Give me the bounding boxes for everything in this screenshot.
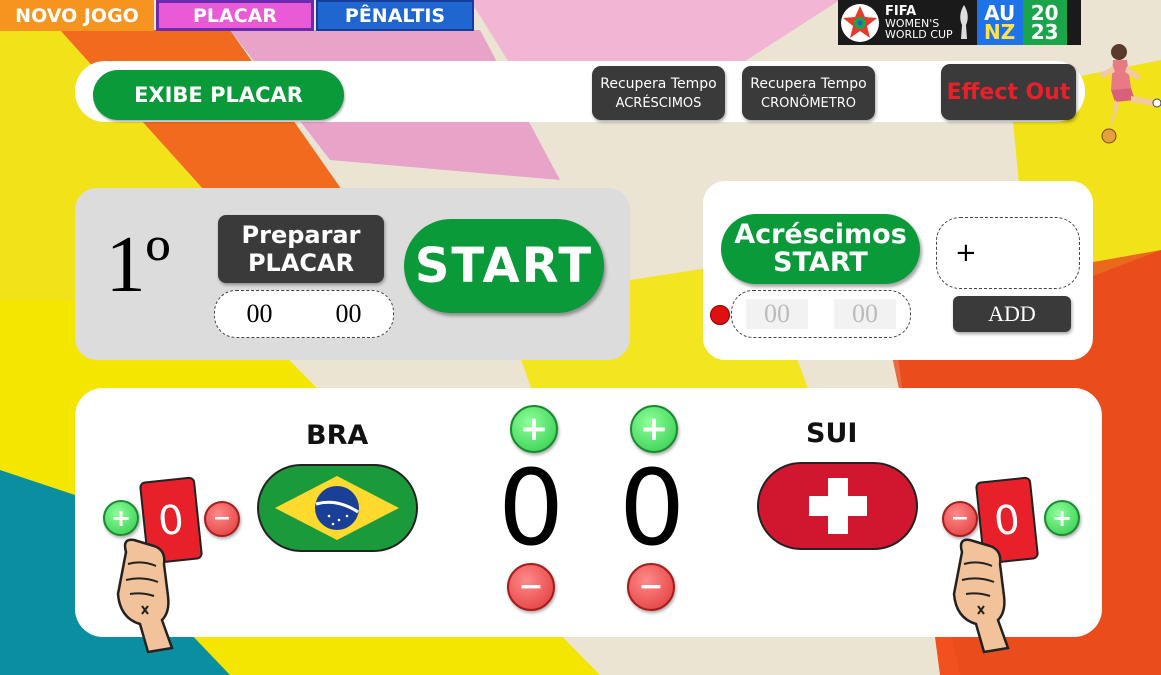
home-red-card-minus-button[interactable]: − [204, 501, 240, 537]
away-score-minus-button[interactable]: − [627, 563, 675, 611]
extra-time-clock[interactable]: 00 00 [731, 290, 911, 338]
recupera-acrescimos-button[interactable]: Recupera Tempo ACRÉSCIMOS [592, 66, 725, 120]
add-button[interactable]: ADD [953, 296, 1071, 332]
away-red-card-plus-button[interactable]: + [1044, 500, 1080, 536]
extra-seconds-field: 00 [834, 299, 896, 329]
clock-seconds: 00 [335, 299, 362, 328]
home-team-name: BRA [306, 420, 369, 451]
period-indicator[interactable]: 1º [88, 215, 188, 315]
home-hand-icon [116, 538, 174, 654]
minus-icon: − [518, 569, 544, 604]
brazil-flag-icon [275, 476, 399, 540]
preparar-label-top: Preparar [241, 221, 361, 249]
home-flag-brazil[interactable] [257, 464, 418, 552]
effect-out-label: Effect Out [946, 79, 1071, 105]
extra-time-input-value: + [955, 238, 977, 268]
fifa-emblem-icon [841, 3, 879, 42]
away-team-name: SUI [806, 418, 858, 449]
recupera-cronometro-label-top: Recupera Tempo [750, 75, 867, 92]
plus-icon: + [1051, 504, 1073, 532]
tab-placar[interactable]: PLACAR [156, 0, 314, 31]
logo-nz: NZ [984, 19, 1016, 44]
logo-year-bottom: 23 [1030, 19, 1059, 44]
home-score: 0 [498, 447, 565, 569]
recupera-acrescimos-label-bottom: ACRÉSCIMOS [615, 95, 702, 111]
away-flag-switzerland[interactable] [757, 462, 918, 550]
plus-icon: + [519, 409, 549, 449]
acrescimos-start-button[interactable]: Acréscimos START [721, 214, 920, 284]
recupera-cronometro-label-bottom: CRONÔMETRO [761, 95, 856, 111]
clock-minutes: 00 [246, 299, 273, 328]
extra-seconds: 00 [852, 299, 878, 328]
away-score: 0 [619, 447, 686, 569]
home-red-card-plus-button[interactable]: + [103, 500, 139, 536]
switzerland-flag-icon [809, 478, 867, 534]
add-label: ADD [988, 301, 1036, 326]
effect-out-button[interactable]: Effect Out [941, 64, 1076, 120]
fifa-wwc-logo: FIFA WOMEN'S WORLD CUP AU NZ 20 23 [838, 0, 1081, 45]
period-label: 1º [105, 220, 171, 309]
recording-indicator-dot [710, 305, 730, 325]
trophy-icon [959, 4, 968, 39]
acrescimos-label-top: Acréscimos [734, 218, 907, 250]
plus-icon: + [110, 504, 132, 532]
home-score-plus-button[interactable]: + [510, 405, 558, 453]
preparar-placar-button[interactable]: Preparar PLACAR [218, 215, 384, 283]
home-score-minus-button[interactable]: − [507, 563, 555, 611]
minus-icon: − [638, 569, 664, 604]
clock-display[interactable]: 00 00 [214, 290, 394, 338]
extra-minutes-field: 00 [746, 299, 808, 329]
exibe-placar-button[interactable]: EXIBE PLACAR [93, 70, 344, 120]
away-red-card-minus-button[interactable]: − [942, 501, 978, 537]
extra-minutes: 00 [764, 299, 790, 328]
logo-line2: WORLD CUP [885, 28, 953, 41]
away-hand-icon [952, 538, 1010, 654]
recupera-acrescimos-label-top: Recupera Tempo [600, 75, 717, 92]
start-button[interactable]: START [404, 219, 604, 313]
minus-icon: − [212, 506, 232, 531]
preparar-label-bottom: PLACAR [247, 249, 355, 277]
minus-icon: − [950, 506, 970, 531]
player-kicking-illustration [1099, 44, 1161, 144]
plus-icon: + [639, 409, 669, 449]
tab-novo-jogo[interactable]: NOVO JOGO [0, 0, 154, 31]
tab-penaltis[interactable]: PÊNALTIS [316, 0, 474, 31]
away-score-plus-button[interactable]: + [630, 405, 678, 453]
extra-time-input[interactable]: + [936, 217, 1080, 289]
acrescimos-label-bottom: START [773, 247, 868, 278]
recupera-cronometro-button[interactable]: Recupera Tempo CRONÔMETRO [742, 66, 875, 120]
